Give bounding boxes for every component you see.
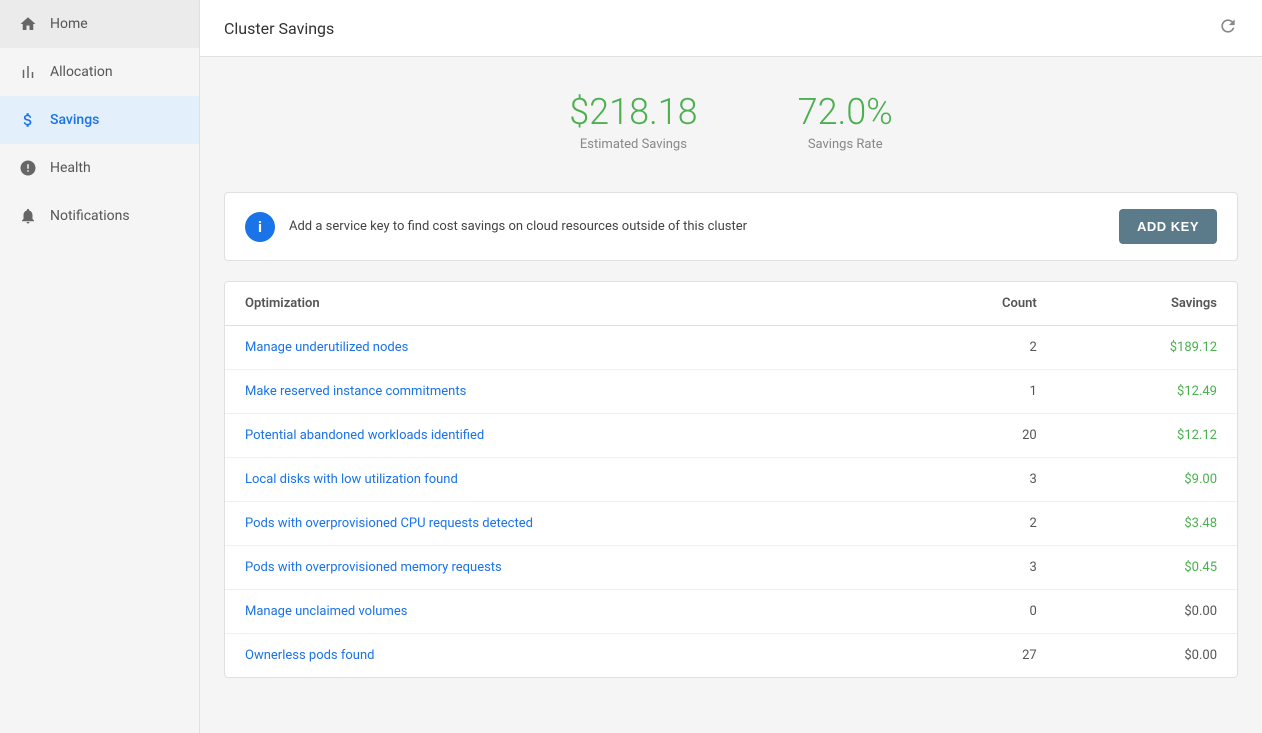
warning-circle-icon	[18, 158, 38, 178]
info-icon: i	[245, 212, 275, 242]
table-row: Pods with overprovisioned memory request…	[225, 546, 1237, 590]
table-row: Local disks with low utilization found3$…	[225, 458, 1237, 502]
optimization-link[interactable]: Potential abandoned workloads identified	[225, 414, 902, 458]
service-key-banner: i Add a service key to find cost savings…	[224, 192, 1238, 261]
savings-rate-value: 72.0%	[798, 91, 893, 133]
home-icon	[18, 14, 38, 34]
count-cell: 2	[902, 326, 1056, 370]
optimizations-table: Optimization Count Savings Manage underu…	[225, 282, 1237, 677]
sidebar-item-label: Health	[50, 160, 91, 176]
savings-cell: $9.00	[1057, 458, 1237, 502]
count-cell: 1	[902, 370, 1056, 414]
count-cell: 3	[902, 546, 1056, 590]
optimization-link[interactable]: Pods with overprovisioned memory request…	[225, 546, 902, 590]
bell-icon	[18, 206, 38, 226]
savings-cell: $12.12	[1057, 414, 1237, 458]
col-count: Count	[902, 282, 1056, 326]
optimizations-table-container: Optimization Count Savings Manage underu…	[224, 281, 1238, 678]
sidebar-item-home[interactable]: Home	[0, 0, 199, 48]
count-cell: 2	[902, 502, 1056, 546]
sidebar: Home Allocation Savings Health Notificat…	[0, 0, 200, 733]
dollar-icon	[18, 110, 38, 130]
estimated-savings-stat: $218.18 Estimated Savings	[569, 91, 697, 152]
savings-cell: $0.00	[1057, 634, 1237, 678]
refresh-button[interactable]	[1218, 16, 1238, 40]
main-content: Cluster Savings $218.18 Estimated Saving…	[200, 0, 1262, 733]
optimization-link[interactable]: Pods with overprovisioned CPU requests d…	[225, 502, 902, 546]
stats-row: $218.18 Estimated Savings 72.0% Savings …	[224, 81, 1238, 172]
table-row: Manage underutilized nodes2$189.12	[225, 326, 1237, 370]
savings-rate-label: Savings Rate	[798, 137, 893, 152]
sidebar-item-label: Allocation	[50, 64, 113, 80]
count-cell: 20	[902, 414, 1056, 458]
table-row: Ownerless pods found27$0.00	[225, 634, 1237, 678]
sidebar-item-savings[interactable]: Savings	[0, 96, 199, 144]
add-key-button[interactable]: ADD KEY	[1119, 209, 1217, 244]
savings-cell: $0.45	[1057, 546, 1237, 590]
optimization-link[interactable]: Make reserved instance commitments	[225, 370, 902, 414]
content-area: $218.18 Estimated Savings 72.0% Savings …	[200, 57, 1262, 702]
estimated-savings-label: Estimated Savings	[569, 137, 697, 152]
table-row: Manage unclaimed volumes0$0.00	[225, 590, 1237, 634]
col-savings: Savings	[1057, 282, 1237, 326]
col-optimization: Optimization	[225, 282, 902, 326]
optimization-link[interactable]: Local disks with low utilization found	[225, 458, 902, 502]
optimization-link[interactable]: Manage underutilized nodes	[225, 326, 902, 370]
sidebar-item-label: Savings	[50, 112, 99, 128]
optimization-link[interactable]: Manage unclaimed volumes	[225, 590, 902, 634]
savings-cell: $189.12	[1057, 326, 1237, 370]
savings-rate-stat: 72.0% Savings Rate	[798, 91, 893, 152]
table-row: Pods with overprovisioned CPU requests d…	[225, 502, 1237, 546]
sidebar-item-notifications[interactable]: Notifications	[0, 192, 199, 240]
savings-cell: $3.48	[1057, 502, 1237, 546]
estimated-savings-value: $218.18	[569, 91, 697, 133]
savings-cell: $0.00	[1057, 590, 1237, 634]
count-cell: 27	[902, 634, 1056, 678]
sidebar-item-allocation[interactable]: Allocation	[0, 48, 199, 96]
count-cell: 3	[902, 458, 1056, 502]
banner-text: Add a service key to find cost savings o…	[289, 219, 1105, 234]
sidebar-item-health[interactable]: Health	[0, 144, 199, 192]
optimization-link[interactable]: Ownerless pods found	[225, 634, 902, 678]
bar-chart-icon	[18, 62, 38, 82]
savings-cell: $12.49	[1057, 370, 1237, 414]
table-header-row: Optimization Count Savings	[225, 282, 1237, 326]
table-row: Potential abandoned workloads identified…	[225, 414, 1237, 458]
sidebar-item-label: Notifications	[50, 208, 130, 224]
sidebar-item-label: Home	[50, 16, 88, 32]
table-row: Make reserved instance commitments1$12.4…	[225, 370, 1237, 414]
page-title: Cluster Savings	[224, 19, 334, 38]
count-cell: 0	[902, 590, 1056, 634]
page-header: Cluster Savings	[200, 0, 1262, 57]
